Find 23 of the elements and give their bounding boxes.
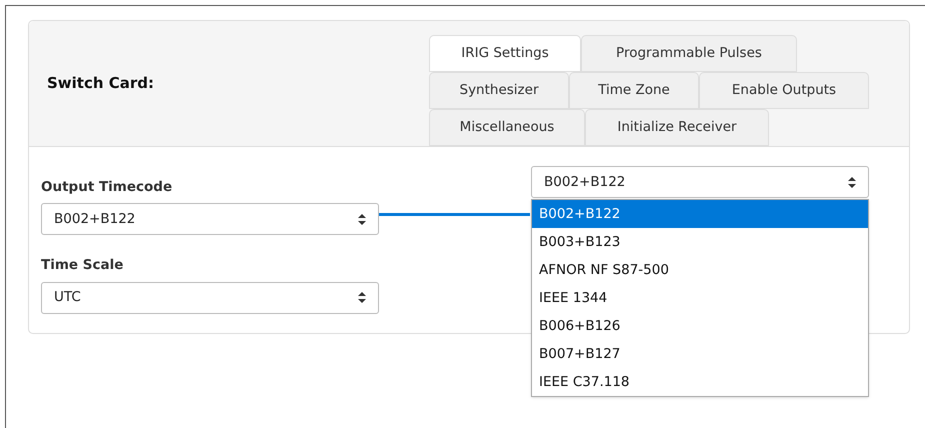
tab[interactable]: Time Zone [569, 72, 699, 109]
field-label: Output Timecode [41, 178, 174, 197]
tab[interactable]: Initialize Receiver [585, 109, 769, 146]
tab[interactable]: Miscellaneous [429, 109, 585, 146]
tab[interactable]: Programmable Pulses [581, 35, 797, 72]
sort-arrows-icon [848, 176, 856, 188]
card-title: Switch Card: [47, 73, 154, 94]
dropdown-option[interactable]: IEEE 1344 [532, 284, 868, 312]
select-field[interactable]: B002+B122 [41, 203, 379, 236]
dropdown-option[interactable]: B003+B123 [532, 228, 868, 256]
sort-arrows-icon [358, 292, 366, 303]
tab[interactable]: Enable Outputs [699, 72, 869, 109]
tab[interactable]: IRIG Settings [429, 35, 581, 72]
tab[interactable]: Synthesizer [429, 72, 569, 109]
dropdown-option[interactable]: B007+B127 [532, 340, 868, 368]
dropdown-option[interactable]: IEEE C37.118 [532, 368, 868, 396]
sort-arrows-icon [358, 214, 366, 225]
dropdown-option[interactable]: AFNOR NF S87-500 [532, 256, 868, 284]
dropdown-option[interactable]: B002+B122 [532, 200, 868, 228]
field-label: Time Scale [41, 256, 124, 276]
select-field[interactable]: B002+B122 [531, 166, 869, 198]
select-field[interactable]: UTC [41, 282, 379, 314]
dropdown-option[interactable]: B006+B126 [532, 312, 868, 340]
